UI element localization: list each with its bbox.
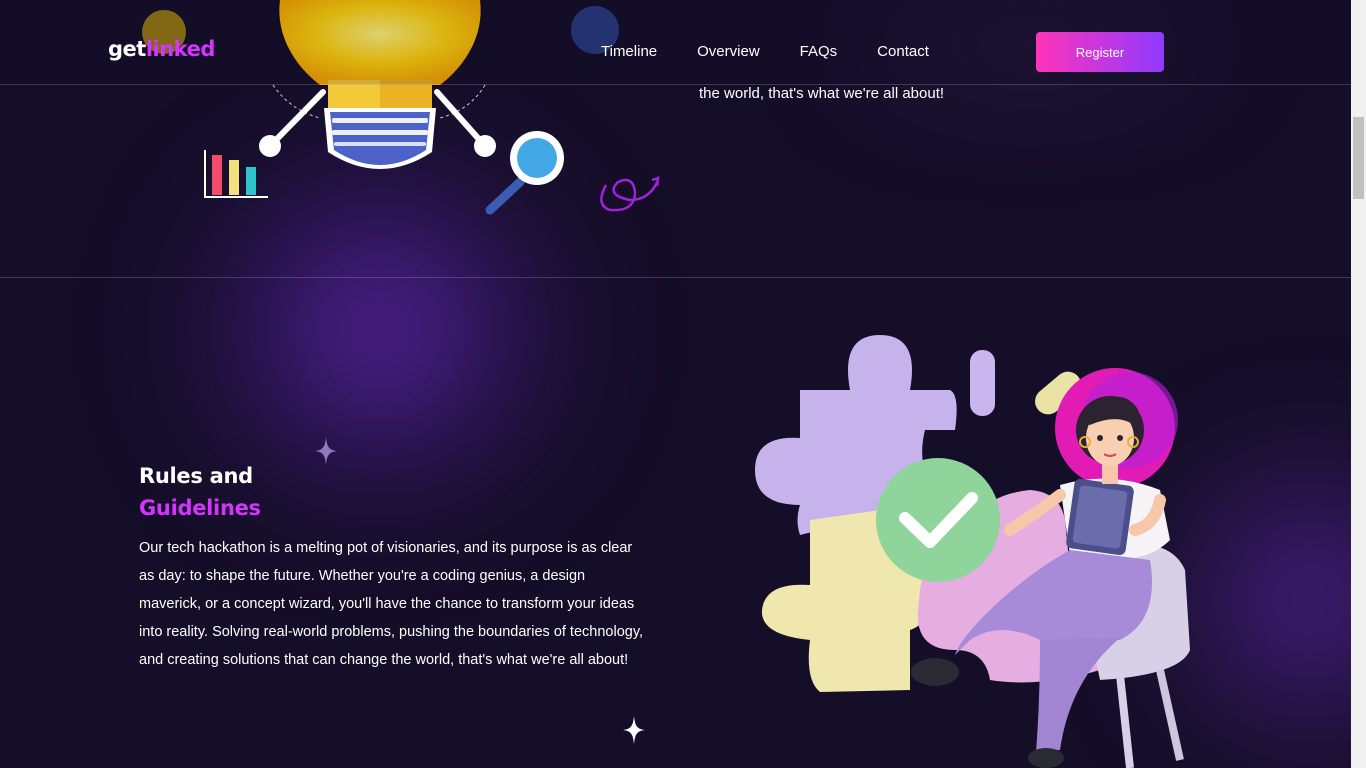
bar-chart-icon [204, 150, 268, 198]
nav-contact[interactable]: Contact [877, 43, 929, 60]
magnifier-icon [485, 131, 564, 215]
logo-text-get: get [108, 37, 146, 61]
sparkle-star-icon [623, 716, 645, 744]
sparkle-star-icon [315, 437, 337, 465]
page: the world, that's what we're all about! … [0, 0, 1351, 768]
puzzle-woman-illustration [755, 335, 1190, 768]
checkmark-icon [876, 458, 1000, 582]
vertical-scrollbar[interactable] [1351, 0, 1366, 768]
main-nav: Timeline Overview FAQs Contact [601, 43, 929, 60]
swirl-arrow-icon [600, 176, 660, 212]
logo-text-linked: linked [145, 37, 216, 61]
rules-body-text: Our tech hackathon is a melting pot of v… [139, 540, 644, 668]
rules-heading: Rules and Guidelines [139, 460, 261, 524]
nav-faqs[interactable]: FAQs [800, 43, 838, 60]
site-header: getlinked Timeline Overview FAQs Contact… [0, 0, 1351, 85]
logo[interactable]: getlinked [108, 37, 215, 61]
rules-heading-line2: Guidelines [139, 496, 261, 520]
section-divider [0, 277, 1351, 278]
nav-overview[interactable]: Overview [697, 43, 760, 60]
rules-heading-line1: Rules and [139, 464, 253, 488]
register-button[interactable]: Register [1036, 32, 1164, 72]
scrollbar-thumb[interactable] [1353, 117, 1364, 199]
nav-timeline[interactable]: Timeline [601, 43, 657, 60]
overview-trailing-text: the world, that's what we're all about! [699, 85, 945, 102]
